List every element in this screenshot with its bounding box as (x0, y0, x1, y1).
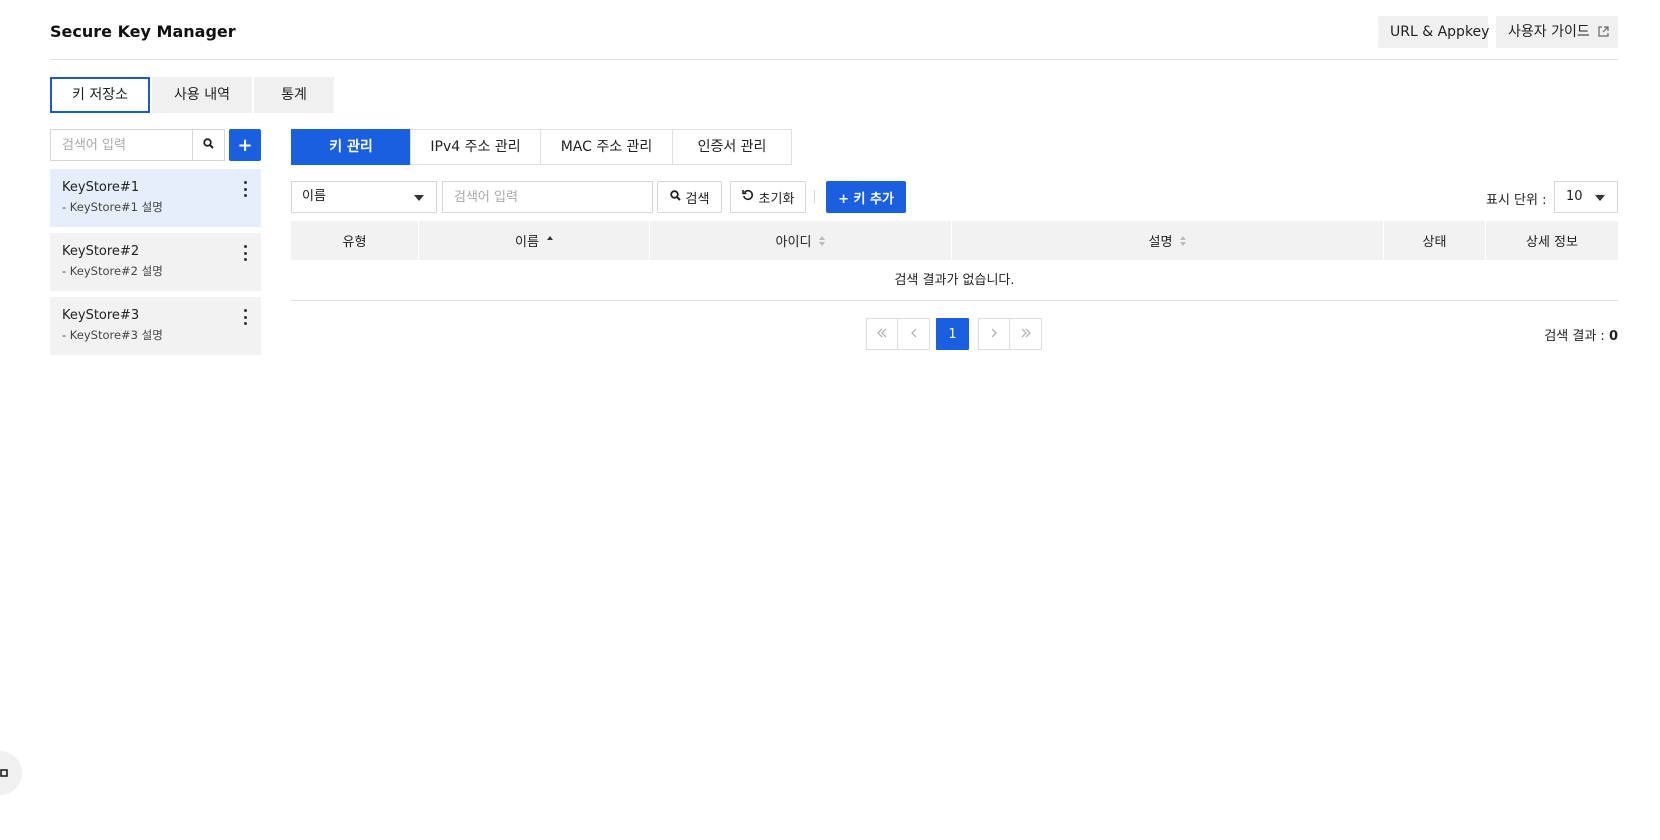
add-keystore-button[interactable]: + (229, 129, 261, 161)
add-key-button[interactable]: + 키 추가 (826, 181, 906, 213)
keystore-name: KeyStore#1 (62, 180, 140, 195)
tab-usage-history[interactable]: 사용 내역 (152, 77, 252, 113)
url-appkey-label: URL & Appkey (1390, 24, 1490, 40)
column-type-label: 유형 (342, 235, 367, 250)
column-description[interactable]: 설명 (952, 221, 1384, 260)
sort-icon (1180, 235, 1187, 246)
more-vertical-icon[interactable] (241, 181, 249, 197)
column-type: 유형 (291, 221, 419, 260)
search-button[interactable]: 검색 (657, 181, 722, 213)
prev-page-button[interactable] (898, 318, 930, 350)
column-status: 상태 (1384, 221, 1486, 260)
page-header: Secure Key Manager URL & Appkey 사용자 가이드 (50, 14, 1618, 60)
search-field-value: 이름 (302, 189, 326, 204)
search-icon (669, 189, 681, 205)
refresh-icon (741, 189, 754, 205)
keystore-search-button[interactable] (192, 129, 225, 161)
table-header: 유형 이름 아이디 설명 상태 상세 정보 (291, 221, 1618, 260)
column-details: 상세 정보 (1486, 221, 1618, 260)
tab-mac-management[interactable]: MAC 주소 관리 (540, 129, 673, 165)
keystore-list: KeyStore#1 - KeyStore#1 설명 KeyStore#2 - … (50, 169, 261, 361)
page-number-button[interactable]: 1 (936, 318, 969, 350)
next-page-button[interactable] (978, 318, 1010, 350)
pager-next-group (978, 318, 1042, 350)
floating-widget-button[interactable] (0, 751, 22, 795)
plus-icon: + (237, 134, 253, 156)
column-name[interactable]: 이름 (419, 221, 650, 260)
page-size-select[interactable]: 10 (1554, 181, 1618, 213)
reset-button-label: 초기화 (758, 191, 795, 207)
column-description-label: 설명 (1148, 235, 1173, 250)
tab-certificate-management-label: 인증서 관리 (697, 139, 767, 155)
first-page-button[interactable] (866, 318, 898, 350)
tab-key-management[interactable]: 키 관리 (291, 129, 411, 165)
result-count-value: 0 (1608, 329, 1618, 344)
keystore-description: - KeyStore#1 설명 (62, 200, 163, 214)
caret-down-icon (414, 195, 424, 201)
search-button-label: 검색 (685, 191, 710, 207)
tab-key-store-label: 키 저장소 (72, 87, 128, 103)
url-appkey-button[interactable]: URL & Appkey (1378, 16, 1490, 48)
keystore-item[interactable]: KeyStore#2 - KeyStore#2 설명 (50, 233, 261, 291)
tab-key-management-label: 키 관리 (329, 139, 373, 155)
chevron-right-icon (990, 326, 998, 342)
result-count: 검색 결과 : 0 (1544, 325, 1618, 344)
more-vertical-icon[interactable] (241, 245, 249, 261)
keystore-name: KeyStore#2 (62, 244, 140, 259)
square-icon (0, 765, 8, 781)
keystore-description: - KeyStore#2 설명 (62, 264, 163, 278)
app-title: Secure Key Manager (50, 22, 236, 41)
chevron-left-icon (910, 326, 918, 342)
search-icon (203, 137, 214, 153)
tab-mac-management-label: MAC 주소 관리 (560, 139, 653, 155)
double-chevron-right-icon (1020, 326, 1032, 342)
tab-usage-history-label: 사용 내역 (174, 87, 230, 103)
page-size-label: 표시 단위 : (1486, 193, 1547, 208)
reset-button[interactable]: 초기화 (730, 181, 806, 213)
keystore-item[interactable]: KeyStore#3 - KeyStore#3 설명 (50, 297, 261, 355)
add-key-label: + 키 추가 (838, 191, 894, 207)
tab-statistics[interactable]: 통계 (254, 77, 334, 113)
key-search-input[interactable] (442, 181, 653, 213)
tab-certificate-management[interactable]: 인증서 관리 (672, 129, 792, 165)
search-field-select[interactable]: 이름 (291, 181, 437, 213)
key-table: 유형 이름 아이디 설명 상태 상세 정보 검색 결과가 없습니다. (291, 221, 1618, 301)
last-page-button[interactable] (1010, 318, 1042, 350)
keystore-description: - KeyStore#3 설명 (62, 328, 163, 342)
tab-statistics-label: 통계 (281, 87, 307, 103)
column-name-label: 이름 (515, 235, 539, 250)
tab-ipv4-management-label: IPv4 주소 관리 (430, 139, 521, 155)
external-link-icon (1598, 17, 1609, 37)
pager-prev-group (866, 318, 930, 350)
more-vertical-icon[interactable] (241, 309, 249, 325)
toolbar-divider (814, 190, 815, 204)
keystore-item[interactable]: KeyStore#1 - KeyStore#1 설명 (50, 169, 261, 227)
caret-down-icon (1595, 195, 1605, 201)
sort-asc-icon (546, 235, 553, 246)
double-chevron-left-icon (876, 326, 888, 342)
user-guide-button[interactable]: 사용자 가이드 (1496, 16, 1618, 48)
tab-key-store[interactable]: 키 저장소 (50, 77, 150, 113)
column-details-label: 상세 정보 (1526, 235, 1578, 250)
keystore-name: KeyStore#3 (62, 308, 140, 323)
empty-message: 검색 결과가 없습니다. (291, 260, 1618, 301)
page-size-value: 10 (1566, 189, 1583, 204)
tab-ipv4-management[interactable]: IPv4 주소 관리 (410, 129, 541, 165)
result-count-label: 검색 결과 : (1544, 329, 1605, 344)
user-guide-label: 사용자 가이드 (1508, 24, 1590, 40)
column-id-label: 아이디 (775, 235, 812, 250)
column-status-label: 상태 (1422, 235, 1447, 250)
sort-icon (819, 235, 826, 246)
column-id[interactable]: 아이디 (650, 221, 952, 260)
